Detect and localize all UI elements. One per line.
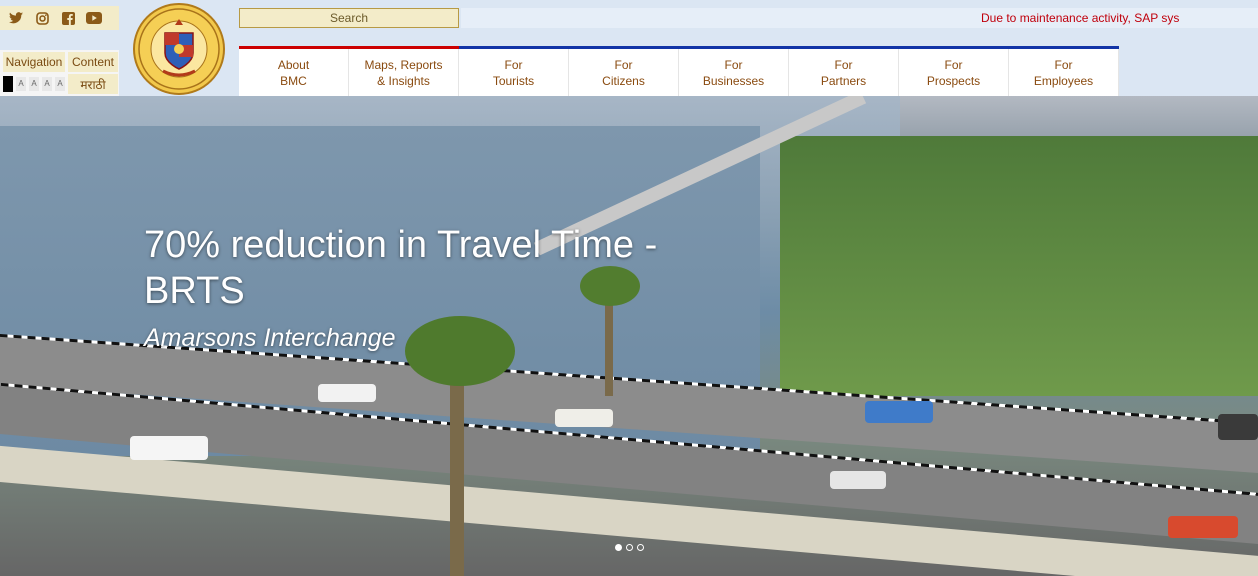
social-links-bar <box>0 6 119 30</box>
hero-subtitle: Amarsons Interchange <box>144 324 396 352</box>
language-toggle-marathi[interactable]: मराठी <box>68 74 118 94</box>
nav-label-line1: For <box>504 58 523 72</box>
youtube-icon[interactable] <box>86 10 102 26</box>
announcement-ticker[interactable]: Due to maintenance activity, SAP sys <box>461 8 1258 28</box>
hero-carousel[interactable]: 70% reduction in Travel Time - BRTS Amar… <box>0 96 1258 576</box>
hero-image-car <box>555 409 613 427</box>
nav-accent-bar-blue <box>459 46 1119 49</box>
font-size-larger-button[interactable]: A <box>42 77 52 91</box>
nav-label-line1: For <box>724 58 743 72</box>
skip-to-content-link[interactable]: Content <box>68 52 118 72</box>
main-navigation: About BMC Maps, Reports & Insights For Tour… <box>239 46 1119 96</box>
nav-label-line2: Businesses <box>702 74 765 88</box>
nav-label-line1: For <box>834 58 853 72</box>
carousel-dot-1[interactable] <box>615 544 622 551</box>
nav-label-line2: Partners <box>820 74 867 88</box>
hero-image-palm <box>405 316 515 386</box>
search-bar[interactable]: Search <box>239 8 459 28</box>
nav-label-line2: BMC <box>280 74 307 88</box>
nav-item-for-employees[interactable]: For Employees <box>1009 46 1119 96</box>
nav-label-line1: For <box>1054 58 1073 72</box>
nav-label-line2: & Insights <box>377 74 430 88</box>
facebook-icon[interactable] <box>60 10 76 26</box>
nav-item-about-bmc[interactable]: About BMC <box>239 46 349 96</box>
font-size-default-button[interactable]: A <box>29 77 39 91</box>
carousel-indicators <box>615 544 644 551</box>
nav-item-maps-reports[interactable]: Maps, Reports & Insights <box>349 46 459 96</box>
nav-label-line1: About <box>277 58 310 72</box>
nav-label-line1: For <box>614 58 633 72</box>
high-contrast-toggle[interactable] <box>3 76 13 92</box>
carousel-dot-3[interactable] <box>637 544 644 551</box>
nav-item-for-tourists[interactable]: For Tourists <box>459 46 569 96</box>
hero-title: 70% reduction in Travel Time - BRTS <box>144 224 658 312</box>
nav-item-for-prospects[interactable]: For Prospects <box>899 46 1009 96</box>
hero-image-car <box>830 471 886 489</box>
nav-label-line2: Employees <box>1033 74 1094 88</box>
nav-label-line2: Citizens <box>602 74 645 88</box>
nav-accent-bar-red <box>239 46 459 49</box>
skip-to-navigation-link[interactable]: Navigation <box>3 52 65 72</box>
instagram-icon[interactable] <box>34 10 50 26</box>
hero-image-greenery <box>780 136 1258 396</box>
nav-label-line1: Maps, Reports <box>364 58 443 72</box>
nav-item-for-partners[interactable]: For Partners <box>789 46 899 96</box>
search-label: Search <box>329 11 369 25</box>
font-size-largest-button[interactable]: A <box>55 77 65 91</box>
hero-image-car <box>1168 516 1238 538</box>
accessibility-panel: Navigation Content A A A A मराठी <box>0 50 119 96</box>
ticker-text: Due to maintenance activity, SAP sys <box>981 11 1180 25</box>
twitter-icon[interactable] <box>8 10 24 26</box>
nav-label-line1: For <box>944 58 963 72</box>
nav-label-line2: Prospects <box>926 74 981 88</box>
nav-item-for-citizens[interactable]: For Citizens <box>569 46 679 96</box>
font-size-smaller-button[interactable]: A <box>16 77 26 91</box>
carousel-dot-2[interactable] <box>626 544 633 551</box>
hero-image-car <box>1218 414 1258 440</box>
hero-image-car <box>130 436 208 460</box>
nav-item-for-businesses[interactable]: For Businesses <box>679 46 789 96</box>
hero-image-car <box>865 401 933 423</box>
bmc-logo[interactable] <box>133 3 225 95</box>
hero-image-car <box>318 384 376 402</box>
nav-label-line2: Tourists <box>492 74 535 88</box>
